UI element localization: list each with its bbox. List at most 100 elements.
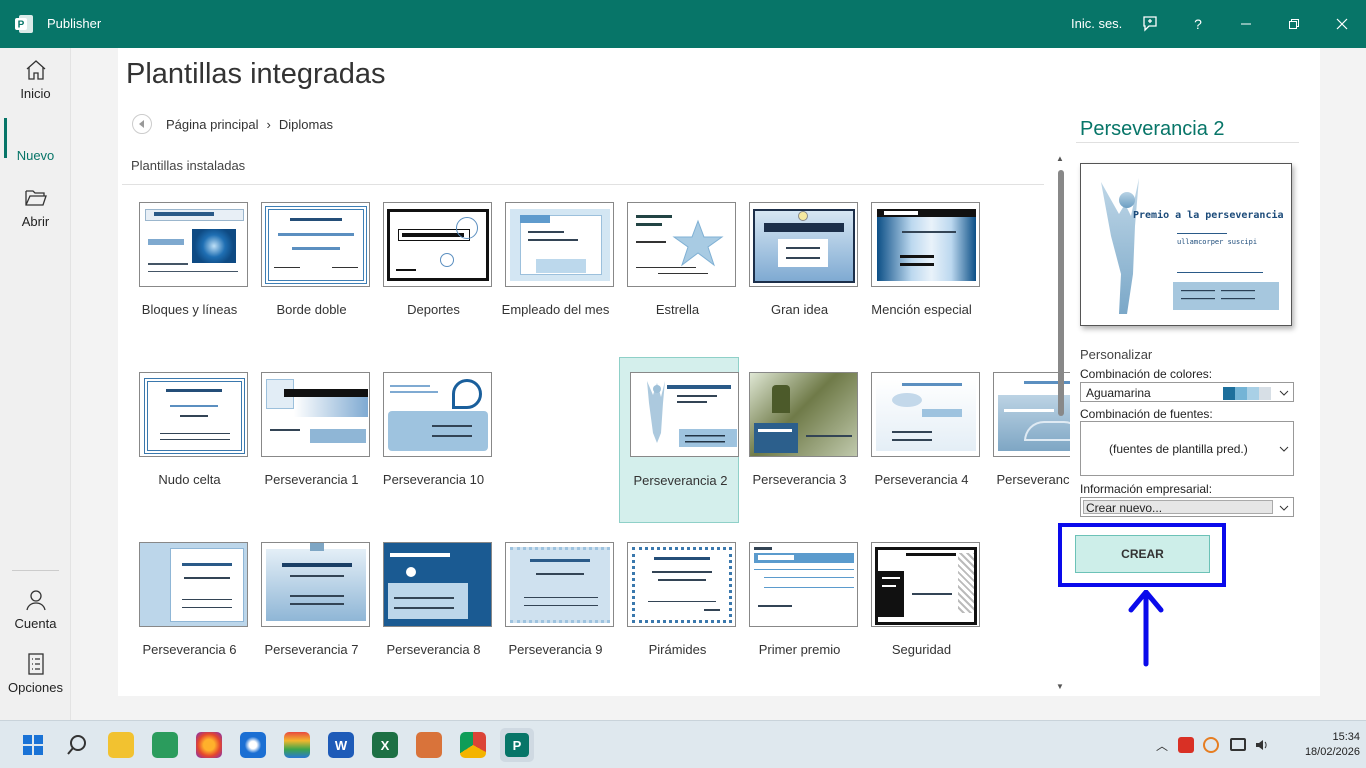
template-label: Perseverancia 7	[264, 642, 359, 657]
template-tile[interactable]: Seguridad	[861, 528, 981, 694]
minimize-button[interactable]	[1234, 12, 1258, 36]
template-label: Perseverancia 4	[874, 472, 969, 487]
template-tile[interactable]: Pirámides	[617, 528, 737, 694]
start-button[interactable]	[20, 732, 46, 758]
templates-scrollbar[interactable]: ▲ ▼	[1055, 152, 1069, 696]
template-tile[interactable]: Perseverancia 8	[373, 528, 493, 694]
chrome-icon[interactable]	[460, 732, 486, 758]
template-label: Perseverancia 2	[633, 473, 728, 488]
nav-home[interactable]: Inicio	[0, 58, 71, 101]
system-clock[interactable]: 15:34 18/02/2026	[1300, 730, 1360, 760]
template-tile[interactable]: Perseverancia 1	[251, 358, 371, 524]
font-scheme-dropdown[interactable]: (fuentes de plantilla pred.)	[1080, 421, 1294, 476]
android-app-icon[interactable]	[152, 732, 178, 758]
template-label: Deportes	[407, 302, 460, 317]
template-tile[interactable]: Perseverancia 9	[495, 528, 615, 694]
restore-button[interactable]	[1282, 12, 1306, 36]
windows-icon	[23, 735, 43, 755]
backstage-nav: Inicio Nuevo Abrir Cuenta Opciones	[0, 48, 71, 720]
chevron-down-icon	[1279, 390, 1289, 396]
template-thumbnail	[505, 542, 614, 627]
template-tile[interactable]: Mención especial	[861, 188, 981, 354]
chevron-down-icon	[1279, 505, 1289, 511]
template-thumbnail	[505, 202, 614, 287]
tray-app-icon[interactable]	[1178, 737, 1194, 753]
scrollbar-thumb[interactable]	[1058, 170, 1064, 416]
template-thumbnail	[139, 542, 248, 627]
scroll-up-arrow-icon[interactable]: ▲	[1056, 154, 1064, 163]
word-icon[interactable]: W	[328, 732, 354, 758]
template-tile[interactable]: Deportes	[373, 188, 493, 354]
template-tile[interactable]: Gran idea	[739, 188, 859, 354]
nav-divider	[12, 570, 59, 571]
sign-in-link[interactable]: Inic. ses.	[1071, 16, 1122, 31]
template-tile-selected[interactable]: Perseverancia 2	[619, 357, 739, 523]
color-swatches	[1223, 387, 1271, 400]
swatch-3	[1247, 387, 1259, 400]
color-scheme-label: Combinación de colores:	[1080, 367, 1213, 381]
template-label: Perseverancia 6	[142, 642, 237, 657]
template-label: Nudo celta	[158, 472, 221, 487]
template-tile[interactable]: Nudo celta	[129, 358, 249, 524]
color-scheme-dropdown[interactable]: Aguamarina	[1080, 382, 1294, 402]
template-thumbnail	[261, 202, 370, 287]
restore-icon	[1289, 19, 1299, 29]
template-tile[interactable]: Estrella	[617, 188, 737, 354]
template-tile[interactable]: Bloques y líneas	[129, 188, 249, 354]
nav-options[interactable]: Opciones	[0, 652, 71, 695]
nav-account[interactable]: Cuenta	[0, 588, 71, 631]
feedback-icon[interactable]	[1138, 12, 1162, 36]
tray-search-icon[interactable]	[1203, 737, 1219, 753]
breadcrumb-home[interactable]: Página principal	[166, 117, 259, 132]
personalize-heading: Personalizar	[1080, 347, 1153, 362]
template-tile[interactable]: Primer premio	[739, 528, 859, 694]
template-tile[interactable]: Perseverancia 4	[861, 358, 981, 524]
volume-icon[interactable]	[1254, 737, 1270, 753]
template-tile[interactable]: Empleado del mes	[495, 188, 615, 354]
character-app-icon[interactable]	[416, 732, 442, 758]
template-tile[interactable]: Perseverancia 7	[251, 528, 371, 694]
chevron-down-icon	[1279, 446, 1289, 452]
template-label: Pirámides	[648, 642, 707, 657]
help-button[interactable]: ?	[1186, 12, 1210, 36]
template-tile[interactable]: Perseverancia 10	[373, 358, 493, 524]
search-button[interactable]	[64, 732, 90, 758]
clock-date: 18/02/2026	[1304, 746, 1360, 758]
security-app-icon[interactable]	[240, 732, 266, 758]
template-tile[interactable]: Perseverancia 6	[129, 528, 249, 694]
template-thumbnail	[749, 202, 858, 287]
template-thumbnail	[261, 542, 370, 627]
template-tile[interactable]: Perseverancia 3	[739, 358, 859, 524]
business-info-dropdown[interactable]: Crear nuevo...	[1080, 497, 1294, 517]
section-heading: Plantillas instaladas	[131, 158, 246, 173]
template-thumbnail	[749, 542, 858, 627]
panel-divider	[1076, 142, 1299, 143]
file-explorer-icon[interactable]	[108, 732, 134, 758]
template-preview: Premio a la perseverancia ullamcorper su…	[1080, 163, 1292, 326]
template-tile[interactable]: Borde doble	[251, 188, 371, 354]
layers-app-icon[interactable]	[284, 732, 310, 758]
create-button[interactable]: CREAR	[1075, 535, 1210, 573]
publisher-taskbar-button[interactable]: P	[500, 728, 534, 762]
template-thumbnail	[871, 202, 980, 287]
nav-open-label: Abrir	[21, 214, 50, 229]
firefox-icon[interactable]	[196, 732, 222, 758]
template-thumbnail	[630, 372, 739, 457]
publisher-icon: P	[505, 733, 529, 757]
scroll-down-arrow-icon[interactable]: ▼	[1056, 682, 1064, 691]
back-button[interactable]	[132, 114, 152, 134]
close-button[interactable]	[1330, 12, 1354, 36]
network-icon[interactable]	[1230, 738, 1246, 751]
tray-overflow-icon[interactable]: ︿	[1156, 737, 1168, 754]
template-label: Perseverancia 9	[508, 642, 603, 657]
app-title: Publisher	[47, 16, 102, 31]
breadcrumb-separator: ›	[266, 116, 271, 132]
template-thumbnail	[383, 202, 492, 287]
template-thumbnail	[871, 372, 980, 457]
nav-new[interactable]: Nuevo	[0, 148, 71, 163]
nav-open[interactable]: Abrir	[0, 186, 71, 229]
nav-account-label: Cuenta	[14, 616, 57, 631]
template-label: Seguridad	[891, 642, 952, 657]
breadcrumb: Página principal › Diplomas	[132, 114, 333, 134]
excel-icon[interactable]: X	[372, 732, 398, 758]
